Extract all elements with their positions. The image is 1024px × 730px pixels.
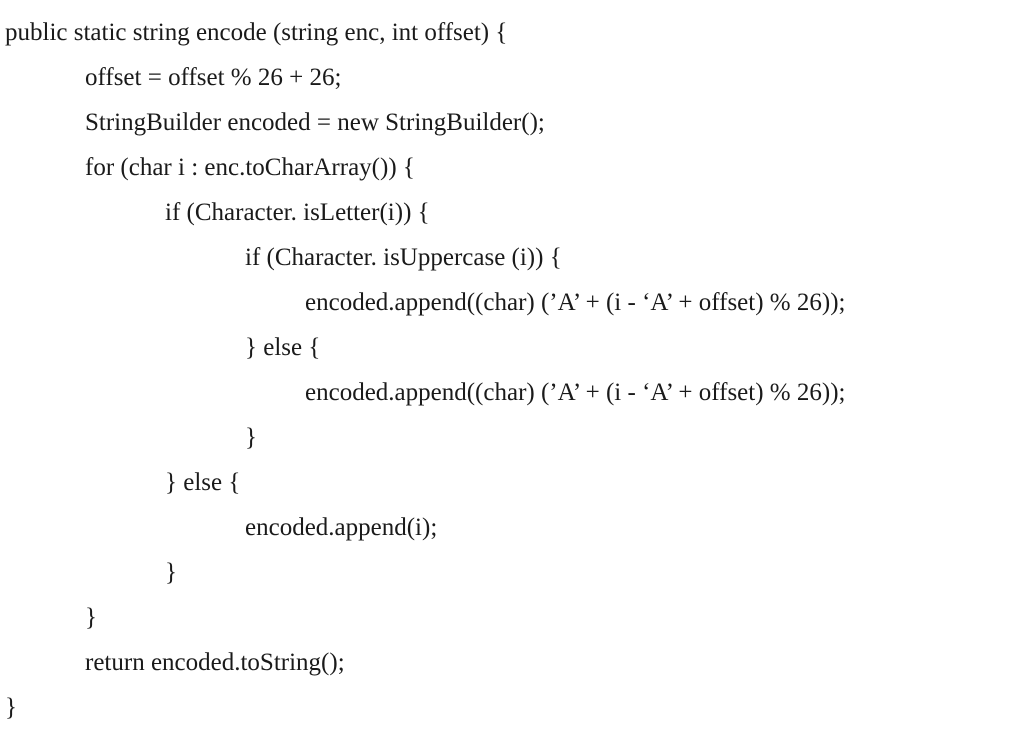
code-line-14: } xyxy=(5,595,1019,640)
code-block: public static string encode (string enc,… xyxy=(5,10,1019,730)
code-line-9: encoded.append((char) (’A’ + (i - ‘A’ + … xyxy=(5,370,1019,415)
code-line-12: encoded.append(i); xyxy=(5,505,1019,550)
code-line-11: } else { xyxy=(5,460,1019,505)
code-line-1: public static string encode (string enc,… xyxy=(5,10,1019,55)
code-line-2: offset = offset % 26 + 26; xyxy=(5,55,1019,100)
code-line-6: if (Character. isUppercase (i)) { xyxy=(5,235,1019,280)
code-line-4: for (char i : enc.toCharArray()) { xyxy=(5,145,1019,190)
code-line-16: } xyxy=(5,685,1019,730)
code-line-8: } else { xyxy=(5,325,1019,370)
code-line-13: } xyxy=(5,550,1019,595)
code-line-15: return encoded.toString(); xyxy=(5,640,1019,685)
code-line-5: if (Character. isLetter(i)) { xyxy=(5,190,1019,235)
code-line-3: StringBuilder encoded = new StringBuilde… xyxy=(5,100,1019,145)
code-line-7: encoded.append((char) (’A’ + (i - ‘A’ + … xyxy=(5,280,1019,325)
code-line-10: } xyxy=(5,415,1019,460)
